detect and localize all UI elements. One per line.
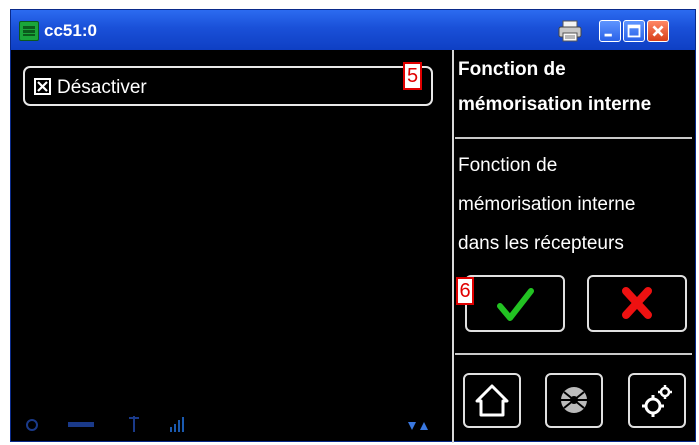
close-icon: [652, 25, 664, 37]
close-button[interactable]: [647, 20, 669, 42]
printer-icon[interactable]: [557, 20, 583, 42]
network-button[interactable]: [545, 373, 603, 428]
panel-title-line2: mémorisation interne: [458, 94, 652, 115]
alert-status-icon: [408, 422, 428, 430]
window-title: cc51:0: [44, 21, 97, 40]
title-bar[interactable]: cc51:0: [11, 10, 695, 50]
option-label: Désactiver: [57, 77, 147, 98]
panel-title: Fonction de mémorisation interne: [458, 52, 683, 122]
signal-strength-icon: [170, 417, 184, 432]
callout-marker-5: 5: [403, 62, 422, 90]
panel-description: Fonction de mémorisation interne dans le…: [458, 146, 683, 263]
antenna-icon: [129, 416, 139, 432]
option-deactivate[interactable]: Désactiver: [23, 66, 433, 106]
gears-icon: [642, 385, 672, 417]
description-line1: Fonction de: [458, 155, 558, 176]
confirm-button[interactable]: [465, 275, 565, 332]
maximize-button[interactable]: [623, 20, 645, 42]
status-bar: [10, 410, 441, 440]
panel-title-line1: Fonction de: [458, 59, 566, 80]
description-line2: mémorisation interne: [458, 194, 636, 215]
options-pane: Désactiver: [11, 50, 452, 443]
description-line3: dans les récepteurs: [458, 233, 624, 254]
cross-icon: [622, 287, 652, 319]
checkmark-icon: [497, 288, 534, 321]
callout-marker-6: 6: [456, 277, 474, 305]
nav-divider: [455, 353, 692, 355]
settings-button[interactable]: [628, 373, 686, 428]
checkbox-checked-icon[interactable]: [34, 78, 51, 95]
network-icon: [561, 387, 587, 413]
minimize-button[interactable]: [599, 20, 621, 42]
app-icon: [19, 21, 39, 41]
cancel-button[interactable]: [587, 275, 687, 332]
pane-divider: [452, 50, 454, 443]
home-icon: [475, 384, 509, 417]
power-status-icon: [26, 419, 38, 431]
home-button[interactable]: [463, 373, 521, 428]
minimize-icon: [604, 33, 612, 37]
title-divider: [455, 137, 692, 139]
maximize-icon: [627, 24, 641, 38]
battery-status-icon: [68, 422, 94, 427]
